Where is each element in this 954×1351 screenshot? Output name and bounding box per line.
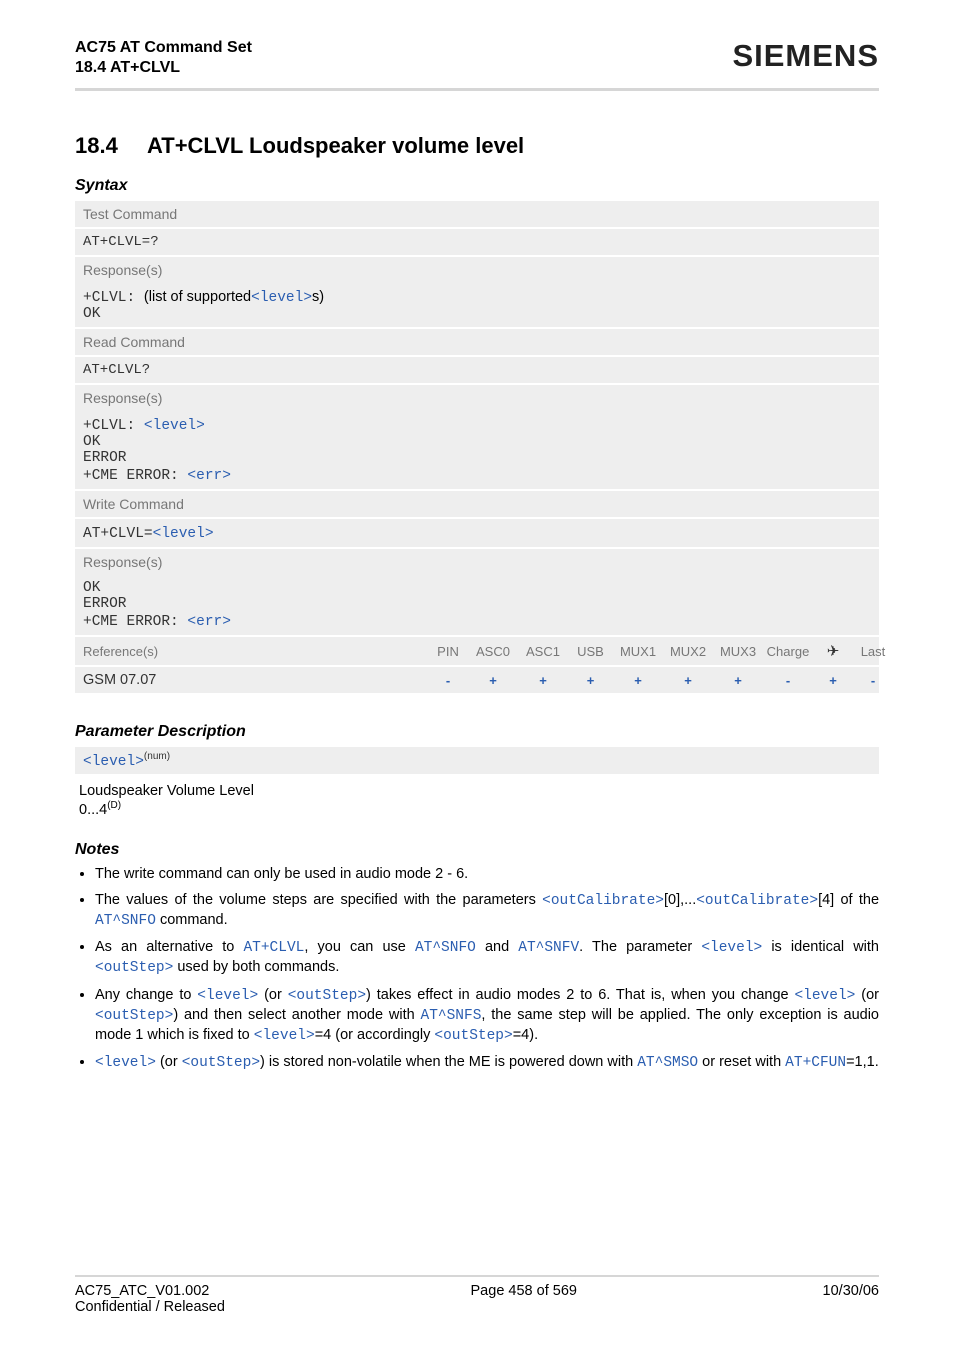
err-param-link[interactable]: <err> (187, 468, 231, 484)
col-pin: PIN (428, 644, 468, 659)
level-param-link[interactable]: <level> (95, 1055, 156, 1071)
col-mux1: MUX1 (613, 644, 663, 659)
level-param-link[interactable]: <level> (794, 988, 855, 1004)
read-command-response: +CLVL: <level> OK ERROR +CME ERROR: <err… (75, 411, 879, 489)
footer-confidentiality: Confidential / Released (75, 1299, 225, 1315)
atclvl-link[interactable]: AT+CLVL (243, 940, 304, 956)
note-item: The write command can only be used in au… (95, 865, 879, 884)
param-level-range: 0...4(D) (79, 800, 875, 819)
outcalibrate-link[interactable]: <outCalibrate> (542, 893, 664, 909)
doc-subtitle: 18.4 AT+CLVL (75, 58, 252, 78)
read-command-resp-label: Response(s) (75, 385, 879, 411)
note-item: The values of the volume steps are speci… (95, 891, 879, 931)
section-heading: 18.4AT+CLVL Loudspeaker volume level (75, 133, 879, 159)
col-usb: USB (568, 644, 613, 659)
section-title-text: AT+CLVL Loudspeaker volume level (147, 133, 524, 158)
read-command-block: Read Command AT+CLVL? Response(s) +CLVL:… (75, 329, 879, 489)
write-command-resp-label: Response(s) (75, 549, 879, 575)
level-param-link[interactable]: <level> (197, 988, 258, 1004)
brand-logo: SIEMENS (732, 38, 879, 74)
level-param-link[interactable]: <level> (701, 940, 762, 956)
write-command-cmd: AT+CLVL=<level> (75, 519, 879, 547)
atsnfo-link[interactable]: AT^SNFO (95, 913, 156, 929)
reference-block: Reference(s) PIN ASC0 ASC1 USB MUX1 MUX2… (75, 637, 879, 693)
reference-header-row: Reference(s) PIN ASC0 ASC1 USB MUX1 MUX2… (75, 637, 879, 665)
write-command-response: OK ERROR +CME ERROR: <err> (75, 575, 879, 635)
notes-heading: Notes (75, 841, 879, 859)
outstep-link[interactable]: <outStep> (434, 1028, 512, 1044)
syntax-heading: Syntax (75, 177, 879, 195)
outstep-link[interactable]: <outStep> (182, 1055, 260, 1071)
param-desc-heading: Parameter Description (75, 723, 879, 741)
param-level-name[interactable]: <level> (83, 754, 144, 770)
atsmso-link[interactable]: AT^SMSO (637, 1055, 698, 1071)
section-number: 18.4 (75, 133, 147, 159)
col-mux2: MUX2 (663, 644, 713, 659)
col-charge: Charge (763, 644, 813, 659)
col-asc1: ASC1 (518, 644, 568, 659)
col-asc0: ASC0 (468, 644, 518, 659)
level-param-link[interactable]: <level> (251, 290, 312, 306)
atsnfo-link[interactable]: AT^SNFO (415, 940, 476, 956)
read-command-label: Read Command (75, 329, 879, 355)
footer-page-number: Page 458 of 569 (471, 1283, 577, 1315)
atsnfs-link[interactable]: AT^SNFS (421, 1008, 482, 1024)
outstep-link[interactable]: <outStep> (95, 1008, 173, 1024)
outstep-link[interactable]: <outStep> (288, 988, 366, 1004)
test-command-resp-label: Response(s) (75, 257, 879, 283)
page-footer: AC75_ATC_V01.002 Confidential / Released… (75, 1275, 879, 1315)
write-command-label: Write Command (75, 491, 879, 517)
note-item: <level> (or <outStep>) is stored non-vol… (95, 1053, 879, 1073)
note-item: As an alternative to AT+CLVL, you can us… (95, 938, 879, 978)
test-command-label: Test Command (75, 201, 879, 227)
err-param-link[interactable]: <err> (187, 614, 231, 630)
outstep-link[interactable]: <outStep> (95, 960, 173, 976)
note-item: Any change to <level> (or <outStep>) tak… (95, 986, 879, 1046)
reference-label: Reference(s) (83, 644, 428, 659)
read-command-cmd: AT+CLVL? (75, 357, 879, 383)
reference-value: GSM 07.07 (83, 672, 428, 688)
notes-list: The write command can only be used in au… (77, 865, 879, 1073)
reference-value-row: GSM 07.07 - + + + + + + - + - (75, 667, 879, 693)
test-command-block: Test Command AT+CLVL=? Response(s) +CLVL… (75, 201, 879, 327)
airplane-icon: ✈ (813, 642, 853, 660)
level-param-link[interactable]: <level> (153, 526, 214, 542)
col-mux3: MUX3 (713, 644, 763, 659)
footer-date: 10/30/06 (823, 1283, 879, 1315)
level-param-link[interactable]: <level> (254, 1028, 315, 1044)
atcfun-link[interactable]: AT+CFUN (785, 1055, 846, 1071)
doc-title: AC75 AT Command Set (75, 38, 252, 58)
param-level-box: <level>(num) (75, 747, 879, 774)
test-command-response: +CLVL: (list of supported<level>s) OK (75, 283, 879, 327)
write-command-block: Write Command AT+CLVL=<level> Response(s… (75, 491, 879, 635)
footer-doc-id: AC75_ATC_V01.002 (75, 1283, 225, 1299)
header-divider (75, 88, 879, 91)
outcalibrate-link[interactable]: <outCalibrate> (696, 893, 818, 909)
atsnfv-link[interactable]: AT^SNFV (518, 940, 579, 956)
level-param-link[interactable]: <level> (144, 418, 205, 434)
test-command-cmd: AT+CLVL=? (75, 229, 879, 255)
col-last: Last (853, 644, 893, 659)
param-level-desc: Loudspeaker Volume Level (79, 782, 875, 800)
